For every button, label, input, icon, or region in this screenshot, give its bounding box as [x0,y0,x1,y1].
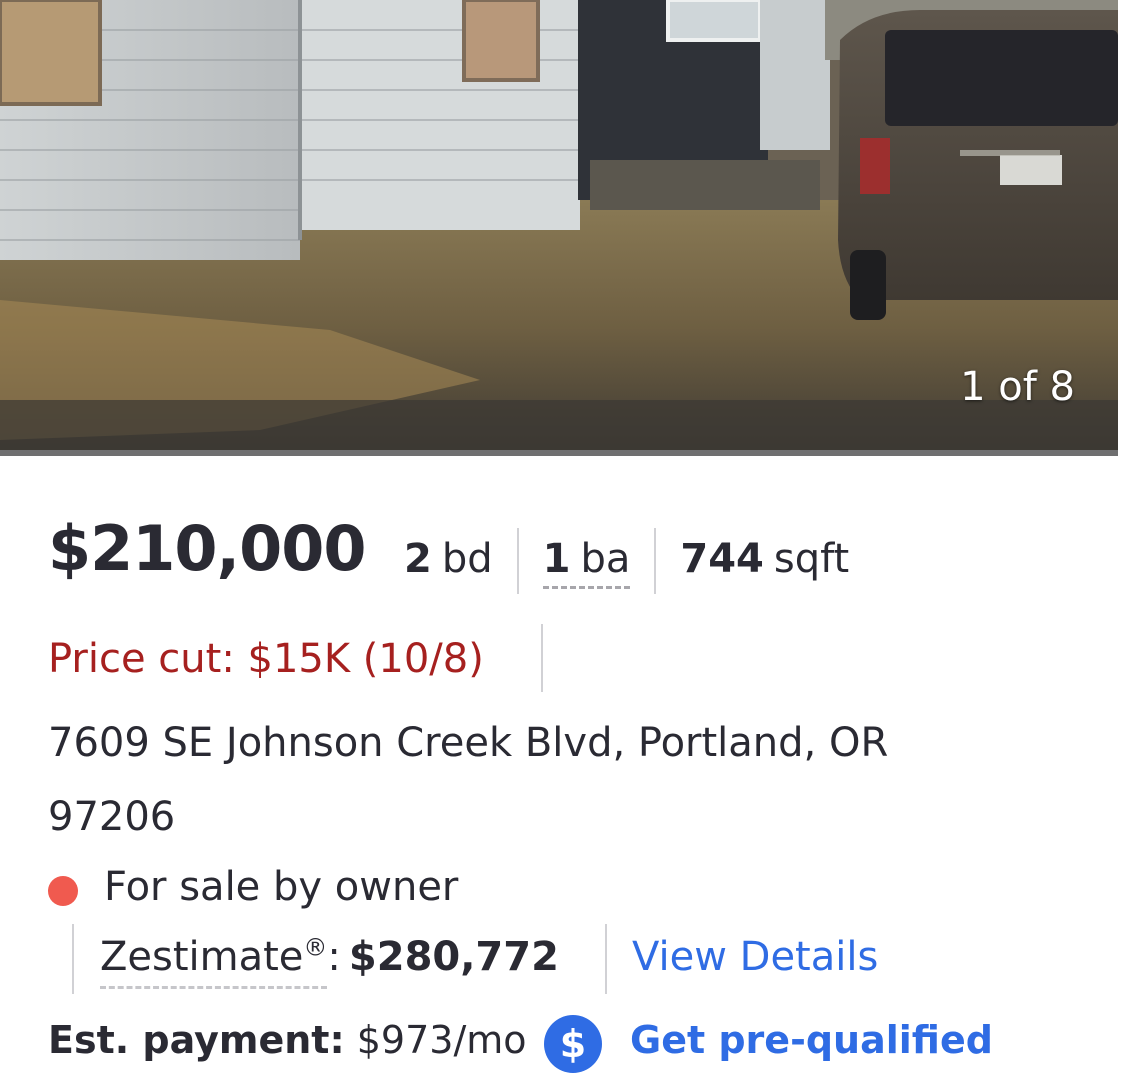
est-payment-value: $973/mo [356,1018,527,1062]
beds-fact: 2 bd [404,528,493,582]
zestimate-rule [72,924,74,994]
listing-address: 7609 SE Johnson Creek Blvd, Portland, OR… [48,706,1048,854]
zestimate-label-link[interactable]: Zestimate® [100,933,328,989]
est-payment-label: Est. payment: [48,1018,345,1062]
photo-counter: 1 of 8 [960,364,1075,410]
house-photo-image [0,0,1125,456]
facts-divider [654,528,657,594]
price-cut-divider [541,624,543,692]
price-cut-text: Price cut: $15K (10/8) [48,636,484,682]
dollar-icon[interactable]: $ [544,1015,602,1073]
address-line-1: 7609 SE Johnson Creek Blvd, Portland, OR [48,720,889,766]
baths-unit: ba [580,536,631,582]
address-line-2: 97206 [48,794,176,840]
sqft-unit: sqft [773,536,850,582]
zestimate: Zestimate®: $280,772 [100,934,559,989]
baths-count: 1 [542,536,571,582]
sqft-fact: 744 sqft [680,528,849,582]
sqft-count: 744 [680,536,764,582]
zestimate-value: $280,772 [348,934,559,980]
est-payment: Est. payment: $973/mo [48,1018,527,1062]
zestimate-label: Zestimate [100,934,304,980]
facts-divider [516,528,519,594]
view-details-link[interactable]: View Details [632,934,878,980]
beds-count: 2 [404,536,432,582]
photo-edge [1118,0,1125,456]
home-facts: 2 bd 1 ba 744 sqft [404,528,849,598]
beds-unit: bd [441,536,493,582]
listing-photo[interactable]: 1 of 8 [0,0,1125,456]
zestimate-divider [605,924,607,994]
status-dot-icon [48,876,78,906]
zestimate-colon: : [327,934,341,980]
get-prequalified-link[interactable]: Get pre-qualified [630,1018,993,1062]
listing-status: For sale by owner [104,864,459,910]
listing-price: $210,000 [48,512,367,585]
registered-mark: ® [303,933,328,962]
baths-fact[interactable]: 1 ba [542,528,631,589]
